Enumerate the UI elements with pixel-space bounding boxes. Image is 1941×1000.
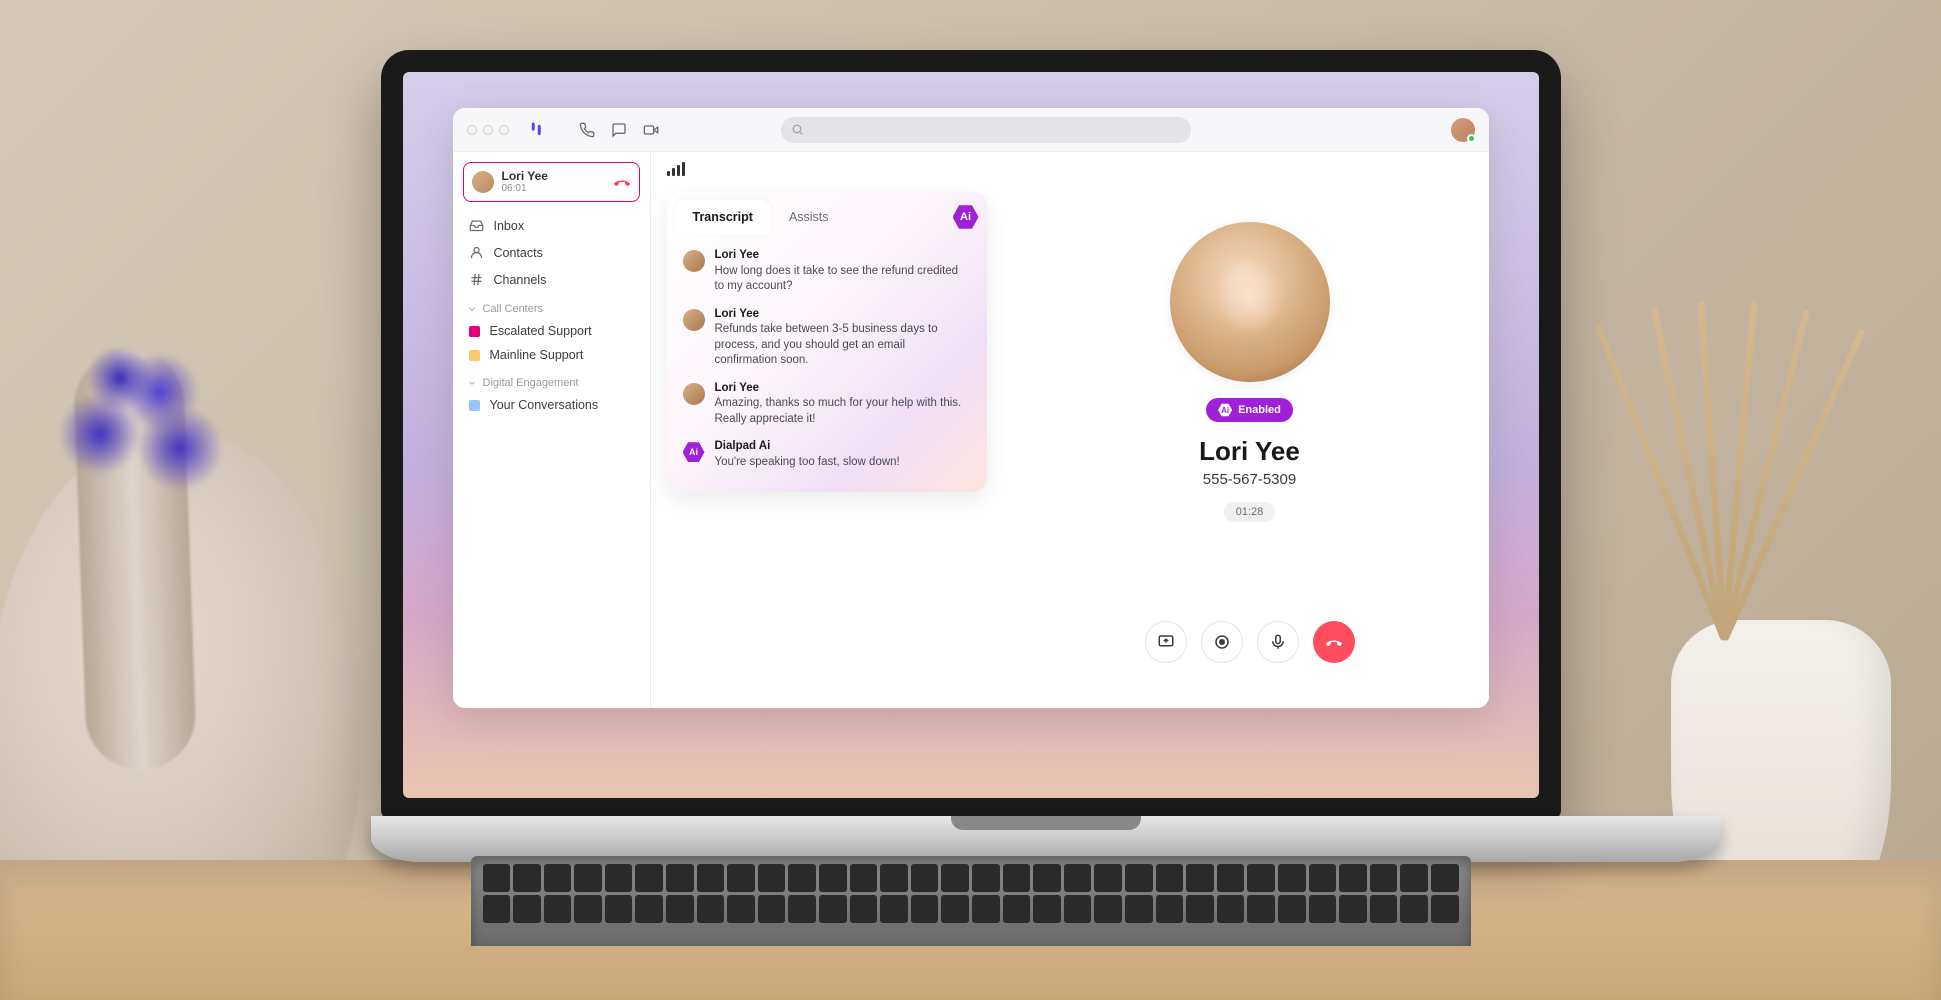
- sidebar: Lori Yee 06:01 Inbox: [453, 152, 651, 708]
- message-speaker: Lori Yee: [715, 307, 971, 323]
- item-label: Escalated Support: [490, 324, 592, 338]
- call-controls: [1145, 621, 1355, 663]
- window-traffic-lights[interactable]: [467, 125, 509, 135]
- chevron-down-icon: [467, 304, 477, 314]
- status-dot-icon: [1467, 134, 1476, 143]
- transcript-message: Lori Yee Refunds take between 3-5 busine…: [679, 301, 975, 375]
- message-speaker: Lori Yee: [715, 381, 971, 397]
- message-avatar: [683, 309, 705, 331]
- active-call-avatar: [472, 171, 494, 193]
- sidebar-item-contacts[interactable]: Contacts: [453, 239, 650, 266]
- color-swatch-icon: [469, 350, 480, 361]
- decor-sticks: [1661, 300, 1841, 640]
- sidebar-item-channels[interactable]: Channels: [453, 266, 650, 293]
- inbox-icon: [469, 218, 484, 233]
- item-label: Your Conversations: [490, 398, 599, 412]
- app-window: Lori Yee 06:01 Inbox: [453, 108, 1489, 708]
- ai-hex-icon: Ai: [1218, 403, 1232, 417]
- section-digital-engagement[interactable]: Digital Engagement: [453, 367, 650, 393]
- signal-strength-icon: [667, 162, 685, 176]
- user-avatar[interactable]: [1451, 118, 1475, 142]
- call-panel: Ai Enabled Lori Yee 555-567-5309 01:28: [1011, 152, 1489, 708]
- ai-badge-icon: Ai: [953, 204, 979, 230]
- message-speaker: Dialpad Ai: [715, 439, 900, 455]
- item-label: Mainline Support: [490, 348, 584, 362]
- hangup-mini-icon[interactable]: [613, 173, 631, 191]
- mute-button[interactable]: [1257, 621, 1299, 663]
- chevron-down-icon: [467, 378, 477, 388]
- nav-label: Channels: [494, 273, 547, 287]
- enabled-label: Enabled: [1238, 404, 1281, 416]
- laptop-frame: Lori Yee 06:01 Inbox: [371, 50, 1571, 946]
- section-label: Call Centers: [483, 303, 544, 315]
- contact-phone: 555-567-5309: [1203, 471, 1296, 488]
- call-duration: 01:28: [1224, 502, 1276, 522]
- message-avatar: [683, 383, 705, 405]
- ai-avatar-icon: Ai: [683, 441, 705, 463]
- phone-icon[interactable]: [579, 122, 595, 138]
- topbar: [453, 108, 1489, 152]
- video-icon[interactable]: [643, 122, 659, 138]
- screenshare-button[interactable]: [1145, 621, 1187, 663]
- sidebar-item-escalated-support[interactable]: Escalated Support: [453, 319, 650, 343]
- contacts-icon: [469, 245, 484, 260]
- message-speaker: Lori Yee: [715, 248, 971, 264]
- tab-transcript[interactable]: Transcript: [675, 200, 771, 234]
- message-text: Refunds take between 3-5 business days t…: [715, 322, 971, 369]
- record-button[interactable]: [1201, 621, 1243, 663]
- section-label: Digital Engagement: [483, 377, 579, 389]
- transcript-panel: Transcript Assists Ai Lori Yee How long …: [667, 192, 987, 492]
- active-call-name: Lori Yee: [502, 169, 605, 183]
- contact-name: Lori Yee: [1199, 436, 1300, 467]
- message-avatar: [683, 250, 705, 272]
- color-swatch-icon: [469, 400, 480, 411]
- color-swatch-icon: [469, 326, 480, 337]
- active-call-card[interactable]: Lori Yee 06:01: [463, 162, 640, 202]
- hangup-button[interactable]: [1313, 621, 1355, 663]
- message-text: How long does it take to see the refund …: [715, 264, 971, 295]
- sidebar-item-your-conversations[interactable]: Your Conversations: [453, 393, 650, 417]
- transcript-message: Lori Yee How long does it take to see th…: [679, 242, 975, 301]
- transcript-message: Lori Yee Amazing, thanks so much for you…: [679, 375, 975, 434]
- active-call-duration: 06:01: [502, 183, 605, 195]
- search-icon: [791, 123, 804, 136]
- ai-enabled-pill[interactable]: Ai Enabled: [1206, 398, 1293, 422]
- sidebar-item-mainline-support[interactable]: Mainline Support: [453, 343, 650, 367]
- contact-avatar: [1170, 222, 1330, 382]
- main-panel: Transcript Assists Ai Lori Yee How long …: [651, 152, 1489, 708]
- transcript-message-ai: Ai Dialpad Ai You're speaking too fast, …: [679, 433, 975, 476]
- section-call-centers[interactable]: Call Centers: [453, 293, 650, 319]
- nav-label: Contacts: [494, 246, 543, 260]
- hash-icon: [469, 272, 484, 287]
- chat-icon[interactable]: [611, 122, 627, 138]
- sidebar-item-inbox[interactable]: Inbox: [453, 212, 650, 239]
- nav-label: Inbox: [494, 219, 525, 233]
- search-input[interactable]: [781, 117, 1191, 143]
- message-text: Amazing, thanks so much for your help wi…: [715, 396, 971, 427]
- tab-assists[interactable]: Assists: [771, 200, 847, 234]
- app-logo-icon: [527, 120, 547, 140]
- message-text: You're speaking too fast, slow down!: [715, 455, 900, 471]
